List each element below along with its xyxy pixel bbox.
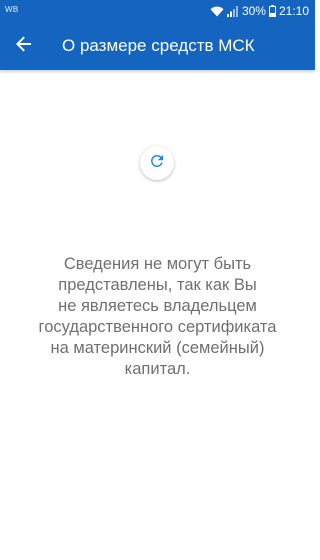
info-message: Сведения не могут быть представлены, так… — [38, 255, 277, 378]
refresh-icon — [148, 152, 166, 175]
back-button[interactable] — [8, 30, 40, 62]
screen: WB 30% 21:10 О размере средств МСК Сведе… — [0, 0, 315, 560]
refresh-button[interactable] — [140, 146, 174, 180]
carrier-label: WB — [5, 5, 19, 14]
wifi-icon — [210, 5, 224, 17]
signal-icon — [226, 5, 239, 17]
arrow-back-icon — [15, 35, 33, 58]
battery-icon — [268, 5, 276, 17]
page-title: О размере средств МСК — [62, 36, 255, 55]
status-bar: WB 30% 21:10 — [0, 0, 315, 22]
battery-percent: 30% — [241, 4, 266, 18]
clock: 21:10 — [278, 4, 309, 18]
app-bar: О размере средств МСК — [0, 22, 315, 70]
status-icons: 30% 21:10 — [210, 3, 309, 19]
